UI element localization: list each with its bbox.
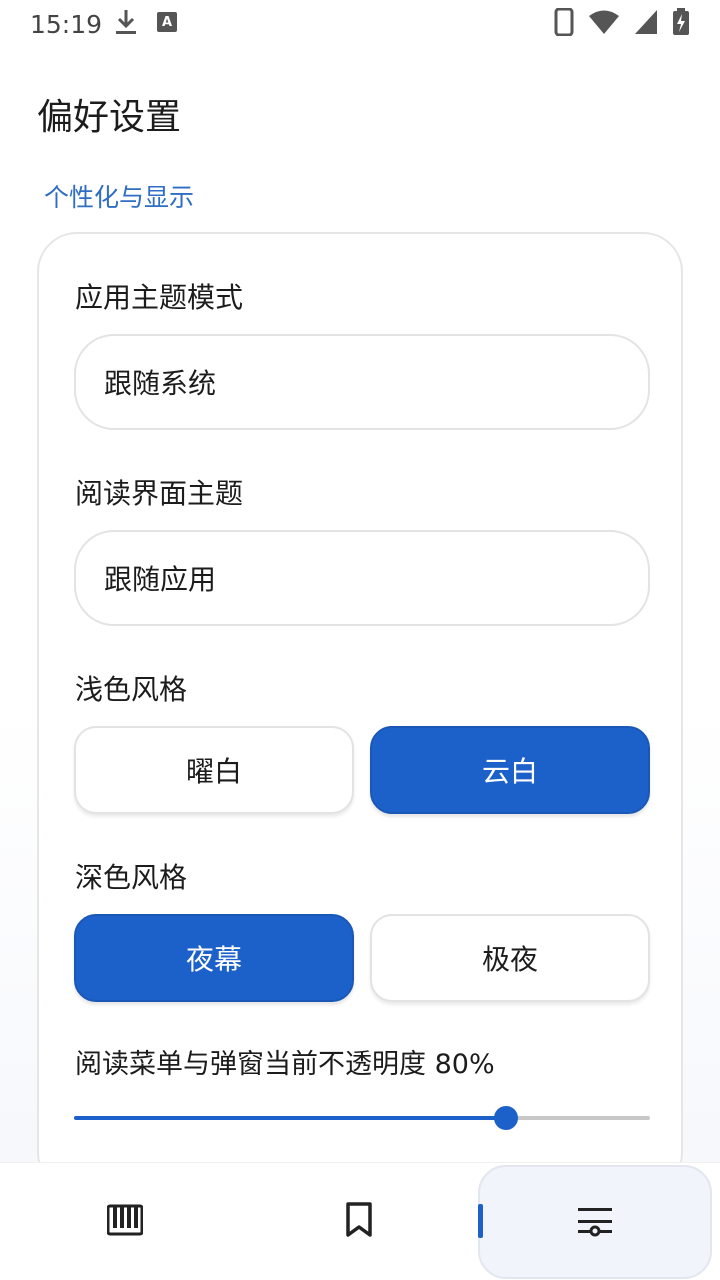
dark-style-option-yemu[interactable]: 夜幕	[74, 914, 354, 1002]
nav-item-bookmarks[interactable]	[244, 1163, 474, 1280]
app-theme-select[interactable]: 跟随系统	[74, 334, 650, 430]
library-icon	[106, 1204, 144, 1240]
dark-style-option-label: 夜幕	[185, 943, 242, 976]
cell-signal-icon	[634, 9, 658, 39]
keyboard-a-icon: A	[156, 11, 178, 37]
opacity-slider-fill	[74, 1116, 506, 1120]
svg-text:A: A	[162, 15, 172, 30]
nav-item-preferences[interactable]	[478, 1165, 712, 1279]
light-style-option-yaobai[interactable]: 曜白	[74, 726, 354, 814]
bookmark-icon	[345, 1202, 373, 1242]
status-time: 15:19	[30, 9, 103, 39]
reader-theme-value: 跟随应用	[104, 563, 217, 596]
light-style-option-label: 云白	[481, 755, 538, 788]
app-theme-value: 跟随系统	[104, 367, 217, 400]
dark-style-label: 深色风格	[75, 861, 188, 894]
settings-sliders-icon	[577, 1202, 613, 1242]
opacity-slider[interactable]	[74, 1106, 650, 1130]
status-right-icons	[554, 7, 690, 40]
light-style-option-label: 曜白	[185, 755, 242, 788]
nav-active-indicator	[478, 1204, 483, 1238]
light-style-label: 浅色风格	[75, 673, 188, 706]
dark-style-option-label: 极夜	[481, 943, 538, 976]
status-bar: 15:19 A	[0, 0, 720, 48]
status-left-icons: A	[114, 8, 178, 40]
section-label: 个性化与显示	[44, 183, 195, 212]
app-theme-label: 应用主题模式	[75, 281, 244, 314]
battery-charging-icon	[672, 8, 690, 40]
wifi-icon	[588, 9, 620, 39]
download-icon	[114, 8, 138, 40]
opacity-slider-thumb[interactable]	[494, 1106, 518, 1130]
reader-theme-select[interactable]: 跟随应用	[74, 530, 650, 626]
page-title: 偏好设置	[37, 97, 182, 138]
dark-style-option-jiye[interactable]: 极夜	[370, 914, 650, 1002]
bottom-nav	[0, 1162, 720, 1280]
phone-icon	[554, 7, 574, 40]
opacity-label: 阅读菜单与弹窗当前不透明度 80%	[75, 1049, 495, 1080]
settings-card: 应用主题模式 跟随系统 阅读界面主题 跟随应用 浅色风格 曜白 云白 深色风格 …	[37, 232, 683, 1192]
nav-item-library[interactable]	[10, 1163, 240, 1280]
reader-theme-label: 阅读界面主题	[75, 477, 244, 510]
light-style-option-yunbai[interactable]: 云白	[370, 726, 650, 814]
